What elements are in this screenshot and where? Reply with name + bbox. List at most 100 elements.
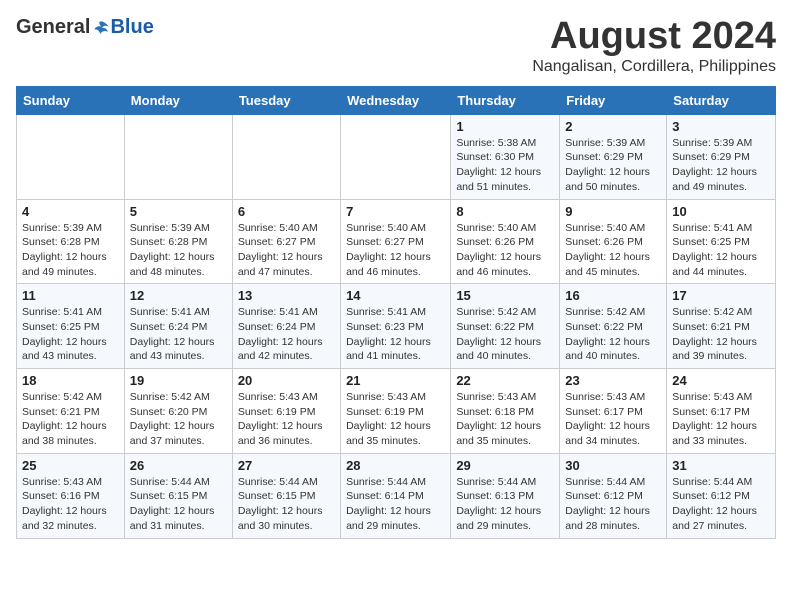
day-info: Sunrise: 5:43 AMSunset: 6:17 PMDaylight:… bbox=[672, 390, 770, 449]
day-info: Sunrise: 5:41 AMSunset: 6:25 PMDaylight:… bbox=[22, 305, 119, 364]
day-number: 19 bbox=[130, 373, 227, 388]
calendar-cell: 18 Sunrise: 5:42 AMSunset: 6:21 PMDayligh… bbox=[17, 369, 125, 454]
weekday-header-row: SundayMondayTuesdayWednesdayThursdayFrid… bbox=[17, 86, 776, 114]
day-info: Sunrise: 5:42 AMSunset: 6:22 PMDaylight:… bbox=[565, 305, 661, 364]
logo-general-text: General bbox=[16, 16, 90, 39]
weekday-header-monday: Monday bbox=[124, 86, 232, 114]
calendar-cell: 5 Sunrise: 5:39 AMSunset: 6:28 PMDaylight… bbox=[124, 199, 232, 284]
calendar-cell: 16 Sunrise: 5:42 AMSunset: 6:22 PMDayligh… bbox=[560, 284, 667, 369]
day-info: Sunrise: 5:42 AMSunset: 6:20 PMDaylight:… bbox=[130, 390, 227, 449]
day-info: Sunrise: 5:44 AMSunset: 6:14 PMDaylight:… bbox=[346, 475, 445, 534]
day-info: Sunrise: 5:41 AMSunset: 6:25 PMDaylight:… bbox=[672, 221, 770, 280]
day-info: Sunrise: 5:41 AMSunset: 6:24 PMDaylight:… bbox=[238, 305, 335, 364]
day-number: 27 bbox=[238, 458, 335, 473]
day-info: Sunrise: 5:44 AMSunset: 6:13 PMDaylight:… bbox=[456, 475, 554, 534]
day-number: 23 bbox=[565, 373, 661, 388]
day-number: 13 bbox=[238, 288, 335, 303]
calendar-week-row: 25Sunrise: 5:43 AMSunset: 6:16 PMDayligh… bbox=[17, 453, 776, 538]
day-number: 29 bbox=[456, 458, 554, 473]
day-number: 1 bbox=[456, 119, 554, 134]
day-number: 10 bbox=[672, 204, 770, 219]
calendar-cell: 9Sunrise: 5:40 AMSunset: 6:26 PMDaylight… bbox=[560, 199, 667, 284]
logo-bird-icon bbox=[92, 19, 110, 37]
calendar-cell: 31 Sunrise: 5:44 AMSunset: 6:12 PMDayligh… bbox=[667, 453, 776, 538]
day-number: 7 bbox=[346, 204, 445, 219]
day-info: Sunrise: 5:43 AMSunset: 6:18 PMDaylight:… bbox=[456, 390, 554, 449]
day-info: Sunrise: 5:43 AMSunset: 6:17 PMDaylight:… bbox=[565, 390, 661, 449]
calendar-cell: 15 Sunrise: 5:42 AMSunset: 6:22 PMDayligh… bbox=[451, 284, 560, 369]
day-info: Sunrise: 5:39 AMSunset: 6:29 PMDaylight:… bbox=[672, 136, 770, 195]
calendar-cell: 24Sunrise: 5:43 AMSunset: 6:17 PMDayligh… bbox=[667, 369, 776, 454]
location-title: Nangalisan, Cordillera, Philippines bbox=[532, 58, 776, 76]
calendar-cell: 13 Sunrise: 5:41 AMSunset: 6:24 PMDayligh… bbox=[232, 284, 340, 369]
calendar-cell: 14Sunrise: 5:41 AMSunset: 6:23 PMDayligh… bbox=[341, 284, 451, 369]
day-info: Sunrise: 5:39 AMSunset: 6:28 PMDaylight:… bbox=[130, 221, 227, 280]
calendar-cell bbox=[341, 114, 451, 199]
calendar-cell: 25Sunrise: 5:43 AMSunset: 6:16 PMDayligh… bbox=[17, 453, 125, 538]
logo-blue-text: Blue bbox=[110, 16, 153, 39]
calendar-cell: 27 Sunrise: 5:44 AMSunset: 6:15 PMDayligh… bbox=[232, 453, 340, 538]
weekday-header-wednesday: Wednesday bbox=[341, 86, 451, 114]
calendar-cell: 4Sunrise: 5:39 AMSunset: 6:28 PMDaylight… bbox=[17, 199, 125, 284]
day-number: 17 bbox=[672, 288, 770, 303]
day-number: 31 bbox=[672, 458, 770, 473]
day-number: 11 bbox=[22, 288, 119, 303]
calendar-cell: 21Sunrise: 5:43 AMSunset: 6:19 PMDayligh… bbox=[341, 369, 451, 454]
day-info: Sunrise: 5:40 AMSunset: 6:27 PMDaylight:… bbox=[346, 221, 445, 280]
weekday-header-sunday: Sunday bbox=[17, 86, 125, 114]
calendar-cell bbox=[17, 114, 125, 199]
day-info: Sunrise: 5:43 AMSunset: 6:19 PMDaylight:… bbox=[238, 390, 335, 449]
calendar-cell: 23 Sunrise: 5:43 AMSunset: 6:17 PMDayligh… bbox=[560, 369, 667, 454]
calendar-cell: 30 Sunrise: 5:44 AMSunset: 6:12 PMDayligh… bbox=[560, 453, 667, 538]
day-info: Sunrise: 5:42 AMSunset: 6:22 PMDaylight:… bbox=[456, 305, 554, 364]
day-number: 18 bbox=[22, 373, 119, 388]
header: General Blue August 2024 Nangalisan, Cor… bbox=[16, 16, 776, 76]
day-number: 14 bbox=[346, 288, 445, 303]
day-info: Sunrise: 5:40 AMSunset: 6:27 PMDaylight:… bbox=[238, 221, 335, 280]
day-info: Sunrise: 5:42 AMSunset: 6:21 PMDaylight:… bbox=[22, 390, 119, 449]
day-info: Sunrise: 5:41 AMSunset: 6:24 PMDaylight:… bbox=[130, 305, 227, 364]
day-number: 22 bbox=[456, 373, 554, 388]
day-info: Sunrise: 5:40 AMSunset: 6:26 PMDaylight:… bbox=[456, 221, 554, 280]
calendar-cell: 7 Sunrise: 5:40 AMSunset: 6:27 PMDaylight… bbox=[341, 199, 451, 284]
day-number: 5 bbox=[130, 204, 227, 219]
calendar-week-row: 18 Sunrise: 5:42 AMSunset: 6:21 PMDayligh… bbox=[17, 369, 776, 454]
day-number: 30 bbox=[565, 458, 661, 473]
day-number: 12 bbox=[130, 288, 227, 303]
title-area: August 2024 Nangalisan, Cordillera, Phil… bbox=[532, 16, 776, 76]
calendar-cell: 12 Sunrise: 5:41 AMSunset: 6:24 PMDayligh… bbox=[124, 284, 232, 369]
calendar-cell: 26 Sunrise: 5:44 AMSunset: 6:15 PMDayligh… bbox=[124, 453, 232, 538]
day-info: Sunrise: 5:44 AMSunset: 6:15 PMDaylight:… bbox=[130, 475, 227, 534]
day-number: 9 bbox=[565, 204, 661, 219]
calendar-cell: 19 Sunrise: 5:42 AMSunset: 6:20 PMDayligh… bbox=[124, 369, 232, 454]
logo: General Blue bbox=[16, 16, 154, 39]
calendar-cell: 3 Sunrise: 5:39 AMSunset: 6:29 PMDaylight… bbox=[667, 114, 776, 199]
day-info: Sunrise: 5:44 AMSunset: 6:12 PMDaylight:… bbox=[672, 475, 770, 534]
weekday-header-thursday: Thursday bbox=[451, 86, 560, 114]
weekday-header-tuesday: Tuesday bbox=[232, 86, 340, 114]
weekday-header-friday: Friday bbox=[560, 86, 667, 114]
calendar-cell: 17Sunrise: 5:42 AMSunset: 6:21 PMDayligh… bbox=[667, 284, 776, 369]
calendar-cell bbox=[124, 114, 232, 199]
day-number: 3 bbox=[672, 119, 770, 134]
day-number: 20 bbox=[238, 373, 335, 388]
day-number: 15 bbox=[456, 288, 554, 303]
day-info: Sunrise: 5:43 AMSunset: 6:19 PMDaylight:… bbox=[346, 390, 445, 449]
day-number: 25 bbox=[22, 458, 119, 473]
day-number: 6 bbox=[238, 204, 335, 219]
day-number: 28 bbox=[346, 458, 445, 473]
day-number: 8 bbox=[456, 204, 554, 219]
calendar-table: SundayMondayTuesdayWednesdayThursdayFrid… bbox=[16, 86, 776, 539]
day-number: 16 bbox=[565, 288, 661, 303]
calendar-cell: 11 Sunrise: 5:41 AMSunset: 6:25 PMDayligh… bbox=[17, 284, 125, 369]
day-number: 2 bbox=[565, 119, 661, 134]
day-info: Sunrise: 5:38 AMSunset: 6:30 PMDaylight:… bbox=[456, 136, 554, 195]
calendar-cell: 1 Sunrise: 5:38 AMSunset: 6:30 PMDaylight… bbox=[451, 114, 560, 199]
day-info: Sunrise: 5:44 AMSunset: 6:12 PMDaylight:… bbox=[565, 475, 661, 534]
day-info: Sunrise: 5:44 AMSunset: 6:15 PMDaylight:… bbox=[238, 475, 335, 534]
day-number: 26 bbox=[130, 458, 227, 473]
calendar-cell: 29 Sunrise: 5:44 AMSunset: 6:13 PMDayligh… bbox=[451, 453, 560, 538]
calendar-cell: 8 Sunrise: 5:40 AMSunset: 6:26 PMDaylight… bbox=[451, 199, 560, 284]
day-info: Sunrise: 5:39 AMSunset: 6:28 PMDaylight:… bbox=[22, 221, 119, 280]
month-title: August 2024 bbox=[532, 16, 776, 58]
